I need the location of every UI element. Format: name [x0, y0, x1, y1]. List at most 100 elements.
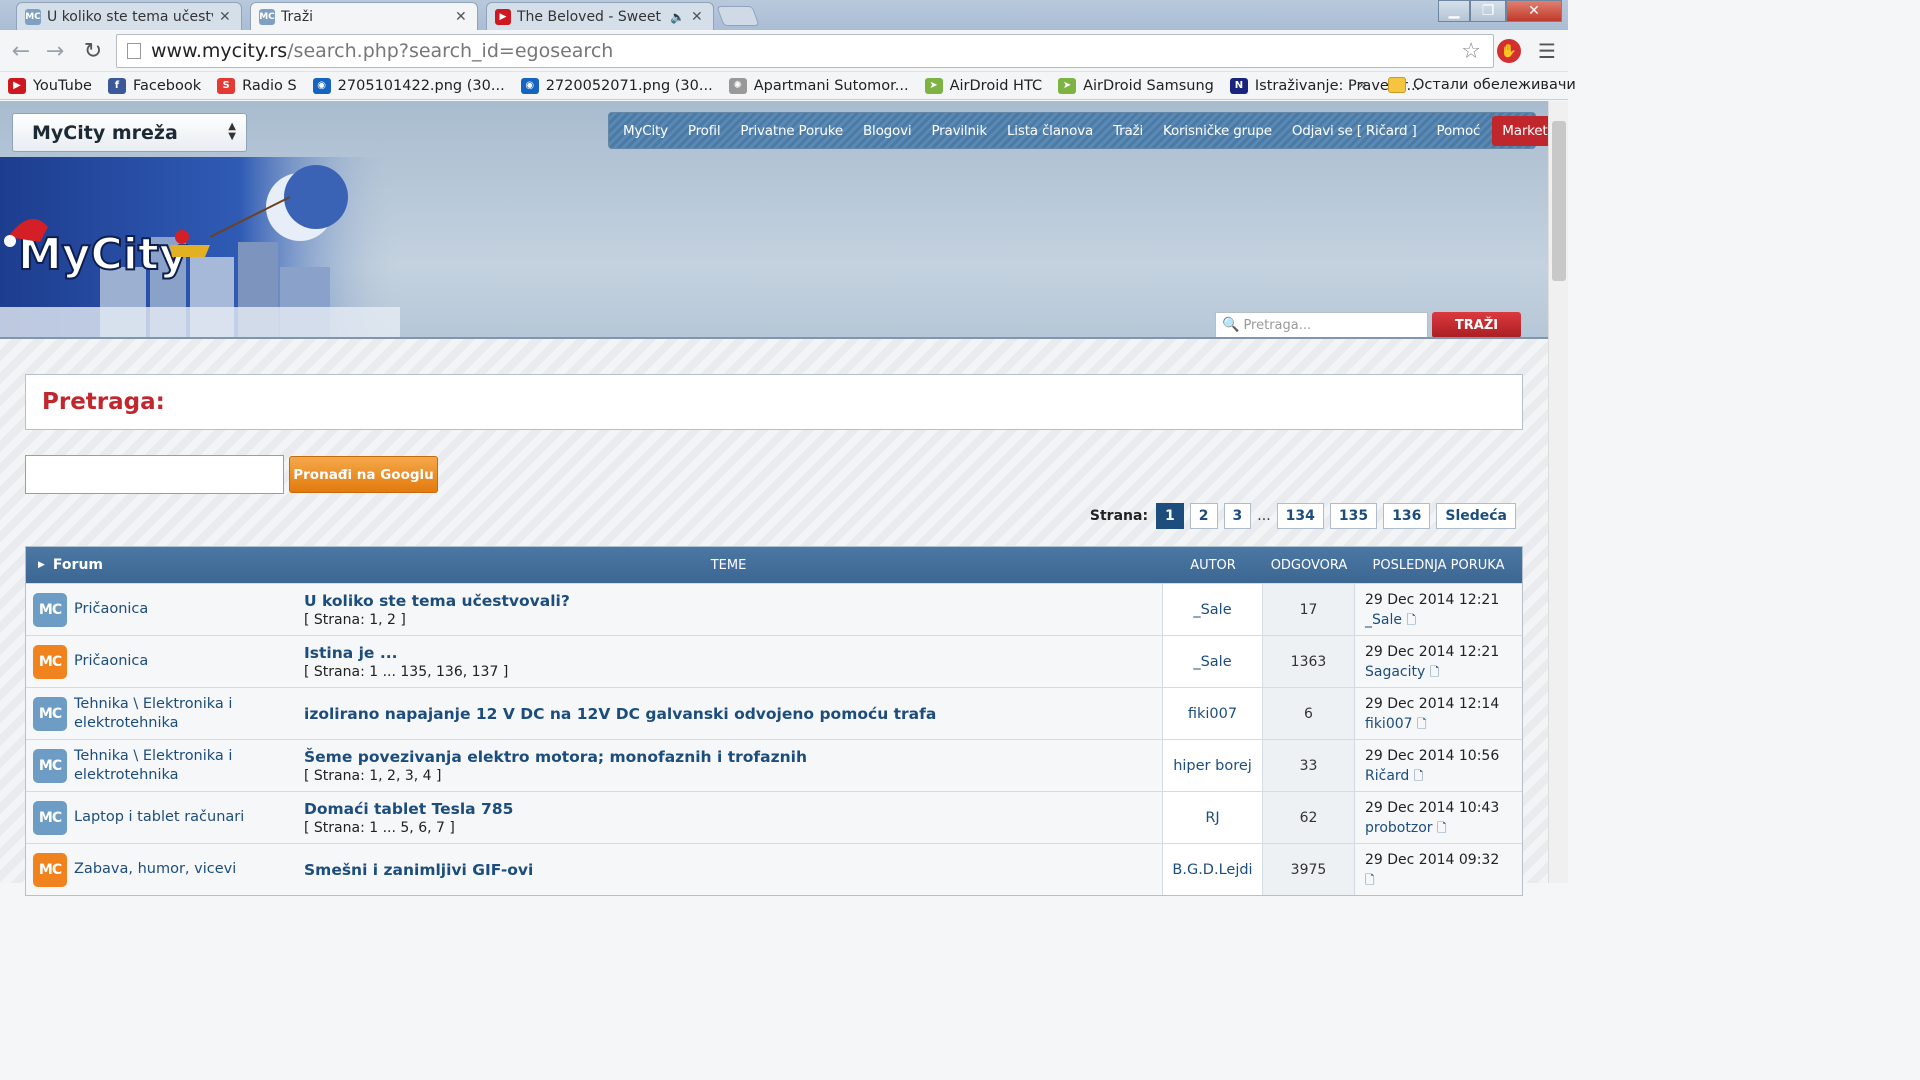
forum-icon-cell: MC [26, 636, 74, 687]
goto-post-icon[interactable]: 🗋 [1414, 769, 1424, 783]
forum-link[interactable]: Pričaonica [74, 584, 294, 635]
topic-link[interactable]: Šeme povezivanja elektro motora; monofaz… [304, 748, 807, 766]
mycity-forum-icon: MC [33, 644, 67, 679]
goto-post-icon[interactable]: 🗋 [1365, 873, 1375, 887]
topic-pages[interactable]: [ Strana: 1, 2 ] [304, 612, 406, 628]
bookmark-apartmani[interactable]: ✺ Apartmani Sutomor... [728, 77, 909, 94]
nav-pomoc[interactable]: Pomoć [1427, 116, 1491, 146]
page-link-2[interactable]: 2 [1189, 503, 1218, 529]
next-page-link[interactable]: Sledeća [1436, 503, 1516, 529]
forum-link[interactable]: Tehnika \ Elektronika i elektrotehnika [74, 740, 294, 791]
bookmark-image-1[interactable]: ◉ 2705101422.png (30... [312, 77, 505, 94]
forum-link[interactable]: Pričaonica [74, 636, 294, 687]
nav-odjavi-se[interactable]: Odjavi se [ Ričard ] [1282, 116, 1427, 146]
close-icon[interactable]: ✕ [691, 9, 705, 25]
last-post-user[interactable]: _Sale 🗋 [1365, 610, 1416, 630]
bookmarks-overflow-button[interactable]: » [1358, 77, 1367, 93]
bookmark-youtube[interactable]: ▶ YouTube [8, 77, 92, 94]
topic-link[interactable]: izolirano napajanje 12 V DC na 12V DC ga… [304, 705, 936, 723]
reply-count: 17 [1263, 584, 1355, 635]
author-link[interactable]: B.G.D.Lejdi [1163, 844, 1263, 895]
header-search-input[interactable]: 🔍 Pretraga... [1215, 312, 1428, 337]
tab-3[interactable]: ▶ The Beloved - Sweet Harmony 🔈 ✕ [486, 2, 714, 30]
author-link[interactable]: hiper borej [1163, 740, 1263, 791]
bookmark-airdroid-htc[interactable]: ➤ AirDroid HTC [924, 77, 1042, 94]
forum-link[interactable]: Zabava, humor, vicevi [74, 844, 294, 895]
page-link-135[interactable]: 135 [1329, 503, 1378, 529]
topic-link[interactable]: U koliko ste tema učestvovali? [304, 592, 570, 610]
nav-trazi[interactable]: Traži [1103, 116, 1153, 146]
last-post-user[interactable]: 🗋 [1365, 870, 1375, 890]
page-scrollbar[interactable] [1548, 101, 1568, 883]
forum-link[interactable]: Tehnika \ Elektronika i elektrotehnika [74, 688, 294, 739]
bookmark-airdroid-samsung[interactable]: ➤ AirDroid Samsung [1058, 77, 1214, 94]
close-icon[interactable]: ✕ [219, 9, 233, 25]
bookmark-radio-s[interactable]: S Radio S [217, 77, 297, 94]
nav-korisnicke-grupe[interactable]: Korisničke grupe [1153, 116, 1282, 146]
scroll-thumb[interactable] [1552, 121, 1566, 281]
last-post-user[interactable]: fiki007 🗋 [1365, 714, 1427, 734]
reply-count: 1363 [1263, 636, 1355, 687]
main-content: Pretraga: Pronađi na Googlu Strana: 1 2 … [0, 339, 1548, 896]
author-link[interactable]: fiki007 [1163, 688, 1263, 739]
topic-link[interactable]: Smešni i zanimljivi GIF-ovi [304, 861, 533, 879]
page-link-1[interactable]: 1 [1156, 503, 1184, 529]
nav-profil[interactable]: Profil [678, 116, 730, 146]
page-link-3[interactable]: 3 [1223, 503, 1252, 529]
page-link-134[interactable]: 134 [1276, 503, 1324, 529]
topic-cell: Istina je ... [ Strana: 1 ... 135, 136, 1… [294, 636, 1163, 687]
maximize-button[interactable]: ❐ [1470, 0, 1506, 22]
nav-pravilnik[interactable]: Pravilnik [921, 116, 997, 146]
last-post-user[interactable]: Ričard 🗋 [1365, 766, 1423, 786]
nav-blogovi[interactable]: Blogovi [853, 116, 921, 146]
nav-privatne-poruke[interactable]: Privatne Poruke [730, 116, 853, 146]
topic-pages[interactable]: [ Strana: 1 ... 5, 6, 7 ] [304, 820, 455, 836]
goto-post-icon[interactable]: 🗋 [1417, 717, 1427, 731]
topic-link[interactable]: Domaći tablet Tesla 785 [304, 800, 513, 818]
minimize-button[interactable]: ▁ [1438, 0, 1470, 22]
last-post-user[interactable]: probotzor 🗋 [1365, 818, 1447, 838]
nav-marketing[interactable]: Marketing [1492, 115, 1548, 146]
topic-pages[interactable]: [ Strana: 1 ... 135, 136, 137 ] [304, 664, 508, 680]
author-link[interactable]: _Sale [1163, 636, 1263, 687]
topic-link[interactable]: Istina je ... [304, 644, 398, 662]
google-search-button[interactable]: Pronađi na Googlu [289, 456, 438, 493]
reload-icon[interactable]: ↻ [80, 38, 106, 64]
forward-arrow-icon[interactable]: → [42, 38, 68, 64]
reply-count: 6 [1263, 688, 1355, 739]
tab-1[interactable]: MC U koliko ste tema učestvovali? ✕ [16, 2, 242, 30]
menu-icon[interactable]: ☰ [1538, 39, 1556, 63]
close-icon[interactable]: ✕ [455, 9, 469, 25]
table-row: MC Zabava, humor, vicevi Smešni i zanimlji… [26, 843, 1522, 895]
address-bar[interactable]: www.mycity.rs/search.php?search_id=egose… [116, 34, 1494, 68]
back-arrow-icon[interactable]: ← [8, 38, 34, 64]
bookmark-image-2[interactable]: ◉ 2720052071.png (30... [520, 77, 713, 94]
nav-mycity[interactable]: MyCity [613, 116, 678, 146]
bookmark-facebook[interactable]: f Facebook [107, 77, 201, 94]
bookmark-star-icon[interactable]: ☆ [1461, 39, 1481, 64]
header-search-button[interactable]: TRAŽI [1432, 312, 1521, 337]
page-link-136[interactable]: 136 [1383, 503, 1431, 529]
reply-count: 33 [1263, 740, 1355, 791]
google-search-input[interactable] [25, 455, 284, 494]
forum-icon-cell: MC [26, 844, 74, 895]
nav-lista-clanova[interactable]: Lista članova [997, 116, 1103, 146]
forum-link[interactable]: Laptop i tablet računari [74, 792, 294, 843]
goto-post-icon[interactable]: 🗋 [1406, 613, 1416, 627]
close-window-button[interactable]: ✕ [1506, 0, 1562, 22]
goto-post-icon[interactable]: 🗋 [1430, 665, 1440, 679]
adblock-icon[interactable]: ✋ [1497, 39, 1521, 63]
author-link[interactable]: RJ [1163, 792, 1263, 843]
tab-2[interactable]: MC Traži ✕ [250, 2, 478, 30]
last-post-user[interactable]: Sagacity 🗋 [1365, 662, 1439, 682]
image-icon: ◉ [312, 77, 331, 94]
new-tab-button[interactable] [716, 6, 760, 26]
site-header: MyCity MyCity mreža ▲ ▼ MyCity Profil Pri… [0, 101, 1548, 339]
author-link[interactable]: _Sale [1163, 584, 1263, 635]
goto-post-icon[interactable]: 🗋 [1437, 821, 1447, 835]
network-select[interactable]: MyCity mreža ▲ ▼ [12, 113, 247, 152]
topic-pages[interactable]: [ Strana: 1, 2, 3, 4 ] [304, 768, 441, 784]
radio-s-icon: S [217, 77, 236, 94]
main-nav: MyCity Profil Privatne Poruke Blogovi Pr… [608, 112, 1548, 149]
other-bookmarks-folder[interactable]: Остали обележивачи [1388, 77, 1576, 93]
